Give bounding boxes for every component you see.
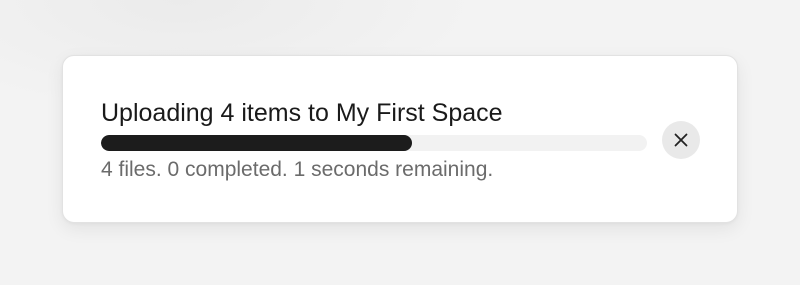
upload-progress-fill: [101, 135, 413, 151]
upload-toast: Uploading 4 items to My First Space 4 fi…: [62, 55, 738, 223]
close-button[interactable]: [662, 121, 700, 159]
upload-title: Uploading 4 items to My First Space: [101, 99, 503, 127]
upload-progress-bar: [101, 135, 647, 151]
close-icon: [674, 133, 688, 147]
upload-status-text: 4 files. 0 completed. 1 seconds remainin…: [101, 158, 494, 181]
